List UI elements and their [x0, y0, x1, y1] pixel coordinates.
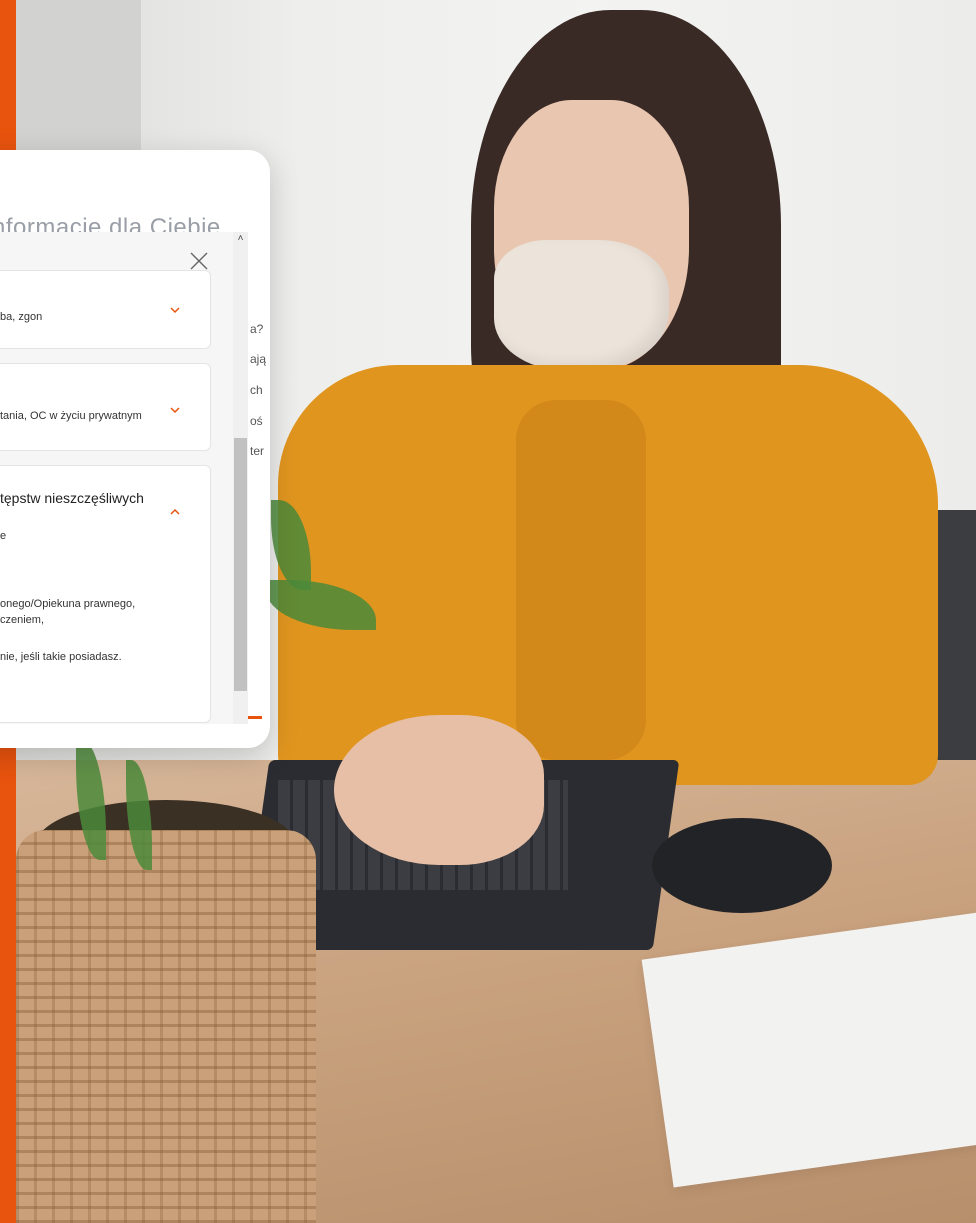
- accordion-title: tępstw nieszczęśliwych: [0, 490, 144, 506]
- accordion-subtitle: e: [0, 530, 7, 542]
- shirt-shadow: [516, 400, 646, 760]
- strip-text: ają: [250, 352, 267, 366]
- accordion-content-line: nie, jeśli takie posiadasz.: [0, 651, 122, 663]
- accent-line: [248, 716, 262, 719]
- paper-sheet: [641, 912, 976, 1188]
- wall-panel: [16, 0, 141, 160]
- strip-text: ch: [250, 383, 263, 397]
- accordion-subtitle: tania, OC w życiu prywatnym: [0, 410, 142, 422]
- computer-mouse: [652, 818, 832, 913]
- chevron-down-icon[interactable]: [168, 304, 182, 316]
- chevron-down-icon[interactable]: [168, 404, 182, 416]
- wicker-basket: [16, 830, 316, 1223]
- face-mask: [494, 240, 669, 370]
- hand: [334, 715, 544, 865]
- close-icon[interactable]: [186, 248, 212, 274]
- accordion-content-line: onego/Opiekuna prawnego,: [0, 598, 136, 610]
- chevron-up-icon[interactable]: [168, 506, 182, 518]
- popup-body: ba, zgon tania, OC w życiu prywatnym tęp…: [0, 232, 248, 724]
- accordion-item[interactable]: ba, zgon: [0, 270, 211, 349]
- strip-text: oś: [250, 414, 263, 428]
- accordion-item-expanded[interactable]: tępstw nieszczęśliwych e onego/Opiekuna …: [0, 465, 211, 723]
- strip-text: a?: [250, 322, 264, 336]
- scroll-up-icon[interactable]: ˄: [233, 232, 248, 246]
- accordion-item[interactable]: tania, OC w życiu prywatnym: [0, 363, 211, 451]
- accordion-content-line: czeniem,: [0, 614, 45, 626]
- accordion-subtitle: ba, zgon: [0, 311, 43, 323]
- strip-text: ter: [250, 444, 265, 458]
- background-text-strip: a? ają ch oś ter: [248, 267, 270, 722]
- scrollbar-thumb[interactable]: [234, 438, 247, 691]
